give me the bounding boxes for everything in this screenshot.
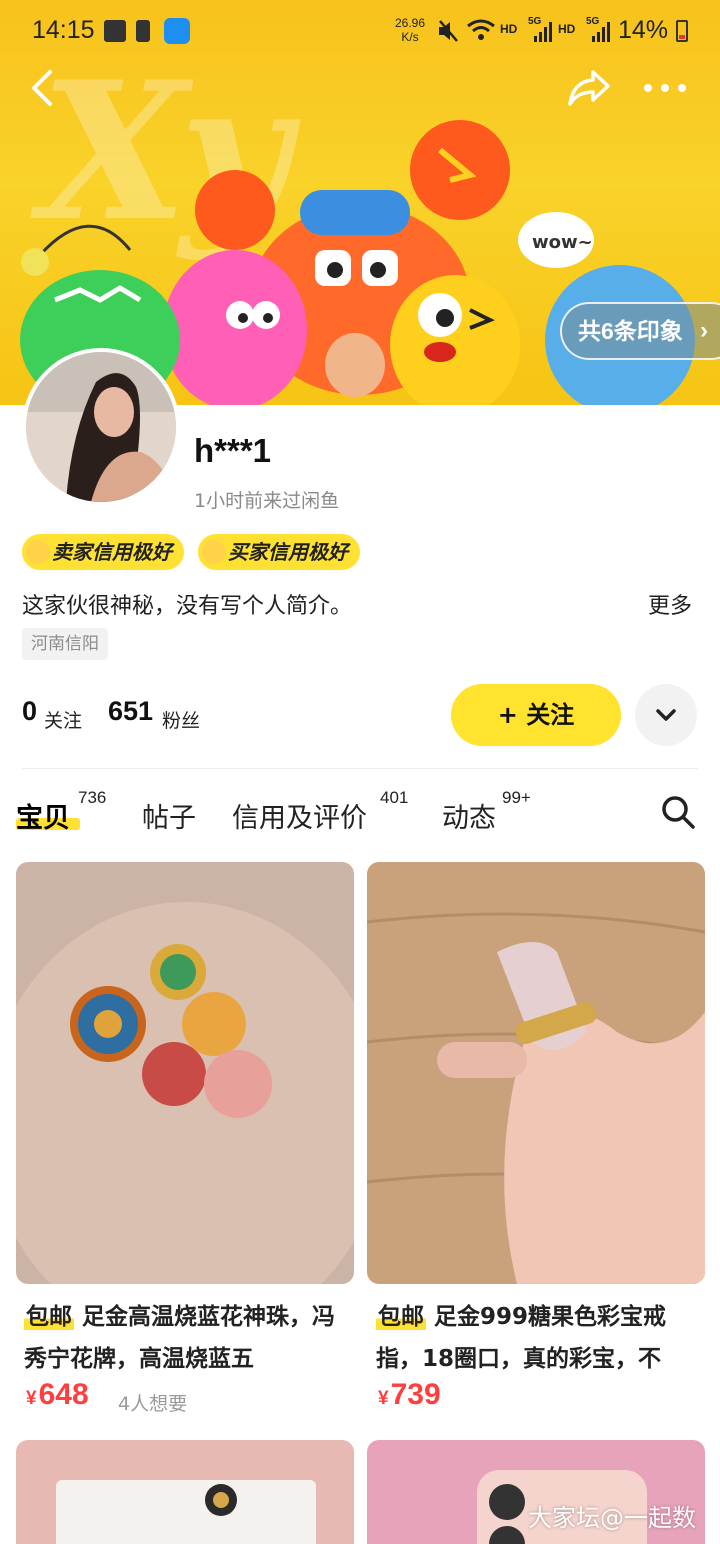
bio-more-link[interactable]: 更多 [648, 588, 692, 620]
more-options-icon[interactable] [640, 72, 690, 104]
mute-icon [439, 20, 458, 42]
status-bar: 14:15 26.96 K/s HD 5G HD 5G 14% [0, 0, 720, 64]
product-photo-beads [16, 862, 354, 1284]
buyer-credit-badge[interactable]: 买家信用极好 [198, 534, 360, 570]
svg-text:wow~: wow~ [532, 232, 593, 253]
heart-eyes-emoji-icon [26, 540, 50, 564]
avatar[interactable] [22, 348, 180, 506]
tab-count: 99+ [502, 788, 531, 807]
product-image[interactable] [367, 862, 705, 1284]
tab-activity[interactable]: 动态 99+ [442, 788, 531, 835]
product-photo-ring [367, 862, 705, 1284]
share-icon[interactable] [566, 66, 612, 110]
wifi-icon [467, 19, 495, 40]
chevron-right-icon: › [700, 317, 708, 344]
status-time: 14:15 [32, 16, 95, 44]
product-price: ¥739 [378, 1378, 441, 1411]
impressions-label: 共6条印象 [578, 318, 683, 344]
free-shipping-tag: 包邮 [376, 1304, 426, 1330]
battery-level: 14% [618, 16, 669, 44]
impressions-button[interactable]: 共6条印象 › [560, 302, 720, 360]
product-image[interactable] [16, 862, 354, 1284]
nickname: h***1 [194, 432, 272, 469]
follow-button[interactable]: + 关注 [451, 684, 621, 746]
product-price: ¥648 [26, 1378, 89, 1411]
tab-count: 736 [78, 788, 107, 807]
watermark: 大家坛@一起数 [528, 1504, 696, 1532]
tab-count: 401 [380, 788, 409, 807]
following-count[interactable]: 0 [22, 696, 37, 727]
hd-indicator: HD [558, 22, 576, 36]
hd-indicator: HD [500, 22, 518, 36]
chevron-down-icon [656, 709, 676, 721]
tab-credit-reviews[interactable]: 信用及评价 401 [232, 788, 408, 835]
signal-icon [534, 22, 552, 42]
product-image[interactable] [16, 1440, 354, 1544]
battery-icon [676, 20, 688, 42]
tab-items[interactable]: 宝贝 736 [16, 788, 106, 835]
signal-icon [592, 22, 610, 42]
heart-eyes-emoji-icon [202, 540, 226, 564]
avatar-image [26, 352, 176, 502]
fans-label[interactable]: 粉丝 [162, 706, 200, 733]
back-icon[interactable] [22, 68, 62, 108]
product-photo-box [16, 1440, 354, 1544]
product-title[interactable]: 包邮 足金高温烧蓝花神珠，冯秀宁花牌，高温烧蓝五 [24, 1296, 354, 1380]
battery-alert-icon [136, 20, 150, 42]
expand-button[interactable] [635, 684, 697, 746]
last-seen-text: 1小时前来过闲鱼 [194, 490, 340, 512]
app-notification-icon [164, 18, 190, 44]
seller-credit-badge[interactable]: 卖家信用极好 [22, 534, 184, 570]
fans-count[interactable]: 651 [108, 696, 153, 727]
location-tag: 河南信阳 [22, 628, 108, 660]
product-title[interactable]: 包邮 足金999糖果色彩宝戒指，18圈口，真的彩宝，不 [376, 1296, 706, 1380]
free-shipping-tag: 包邮 [24, 1304, 74, 1330]
bio-text: 这家伙很神秘，没有写个人简介。 [22, 594, 353, 619]
network-speed: 26.96 K/s [394, 16, 426, 44]
gallery-icon [104, 20, 126, 42]
following-label[interactable]: 关注 [44, 706, 82, 733]
divider [22, 768, 698, 769]
search-icon[interactable] [660, 794, 696, 830]
tab-posts[interactable]: 帖子 [142, 796, 196, 835]
want-count: 4人想要 [118, 1393, 188, 1415]
